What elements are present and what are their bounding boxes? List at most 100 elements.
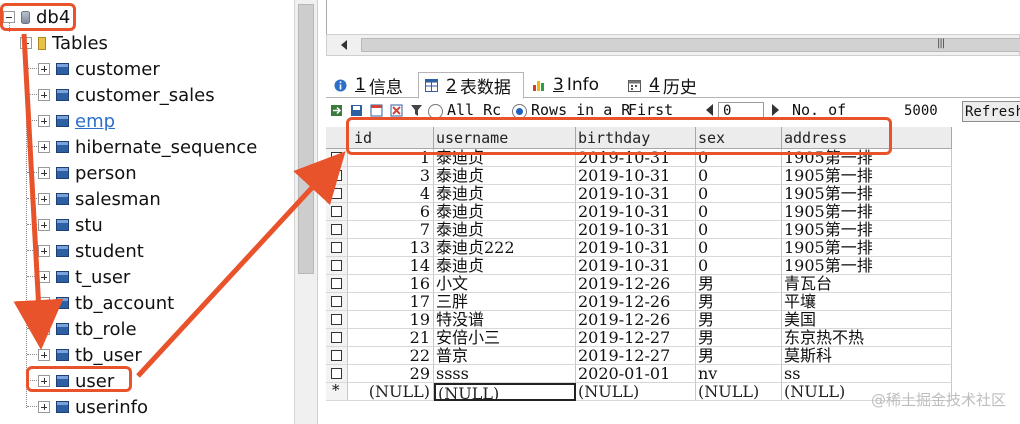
grid-cell-birthday[interactable]: 2019-12-26: [576, 275, 696, 293]
row-select-cell[interactable]: [326, 185, 348, 203]
expand-icon[interactable]: [38, 323, 50, 335]
table-row[interactable]: 21 安倍小三 2019-12-27 男东京热不热: [326, 329, 952, 347]
grid-cell-sex[interactable]: 0: [696, 257, 782, 275]
tree-node-table-user[interactable]: user: [38, 369, 114, 393]
tab-info-chart[interactable]: 3 Info: [526, 72, 616, 98]
table-row[interactable]: 19 特没谱 2019-12-26 男美国: [326, 311, 952, 329]
grid-cell-username[interactable]: 安倍小三: [434, 329, 576, 347]
grid-cell-birthday[interactable]: 2019-10-31: [576, 221, 696, 239]
column-header-sex[interactable]: sex: [696, 127, 782, 149]
row-select-cell[interactable]: [326, 257, 348, 275]
grid-cell-id[interactable]: 29: [348, 365, 434, 383]
rows-count-input[interactable]: 5000: [900, 103, 956, 121]
collapse-icon[interactable]: [20, 37, 32, 49]
table-row[interactable]: 22 普京 2019-12-27 男莫斯科: [326, 347, 952, 365]
insert-row-icon[interactable]: [370, 104, 383, 117]
query-editor[interactable]: [326, 0, 1020, 34]
grid-cell-username[interactable]: 泰迪贞222: [434, 239, 576, 257]
grid-cell-sex[interactable]: 男: [696, 347, 782, 365]
tree-node-table-stu[interactable]: stu: [38, 213, 103, 237]
grid-cell-address[interactable]: 1905第一排: [782, 185, 952, 203]
grid-cell-birthday[interactable]: 2019-10-31: [576, 257, 696, 275]
grid-cell-address[interactable]: 平壤: [782, 293, 952, 311]
expand-icon[interactable]: [38, 167, 50, 179]
row-checkbox[interactable]: [331, 278, 342, 289]
grid-cell-birthday[interactable]: 2020-01-01: [576, 365, 696, 383]
column-header-birthday[interactable]: birthday: [576, 127, 696, 149]
row-select-cell[interactable]: [326, 221, 348, 239]
grid-cell-id[interactable]: 4: [348, 185, 434, 203]
grid-cell-sex[interactable]: 男: [696, 275, 782, 293]
expand-icon[interactable]: [38, 115, 50, 127]
expand-icon[interactable]: [38, 401, 50, 413]
grid-cell-birthday[interactable]: 2019-12-27: [576, 347, 696, 365]
grid-cell-sex[interactable]: 0: [696, 203, 782, 221]
tree-node-table-salesman[interactable]: salesman: [38, 187, 161, 211]
grid-cell-username[interactable]: 泰迪贞: [434, 221, 576, 239]
grid-cell-sex[interactable]: 0: [696, 221, 782, 239]
grid-cell-address[interactable]: 1905第一排: [782, 149, 952, 167]
row-select-cell[interactable]: [326, 347, 348, 365]
row-select-cell[interactable]: [326, 365, 348, 383]
row-select-cell[interactable]: [326, 203, 348, 221]
expand-icon[interactable]: [38, 219, 50, 231]
table-row[interactable]: 1 泰迪贞 2019-10-31 0 1905第一排: [326, 149, 952, 167]
grid-cell-username[interactable]: 泰迪贞: [434, 185, 576, 203]
row-checkbox[interactable]: [331, 368, 342, 379]
expand-icon[interactable]: [38, 297, 50, 309]
grid-cell-sex[interactable]: 男: [696, 293, 782, 311]
row-select-cell[interactable]: [326, 239, 348, 257]
grid-cell-id[interactable]: 21: [348, 329, 434, 347]
grid-cell-sex[interactable]: (NULL): [696, 383, 782, 401]
column-header-id[interactable]: id: [348, 127, 434, 149]
grid-cell-sex[interactable]: 男: [696, 311, 782, 329]
refresh-button[interactable]: Refresh: [962, 101, 1020, 122]
grid-cell-username[interactable]: (NULL): [434, 383, 576, 401]
grid-cell-id[interactable]: 16: [348, 275, 434, 293]
grid-cell-id[interactable]: 19: [348, 311, 434, 329]
column-header-address[interactable]: address: [782, 127, 952, 149]
tree-node-table-tb-account[interactable]: tb_account: [38, 291, 174, 315]
expand-icon[interactable]: [38, 245, 50, 257]
table-row[interactable]: 14 泰迪贞 2019-10-31 0 1905第一排: [326, 257, 952, 275]
table-row[interactable]: 29 ssss 2020-01-01 nv ss: [326, 365, 952, 383]
tree-node-table-t-user[interactable]: t_user: [38, 265, 130, 289]
tree-node-table-customer-sales[interactable]: customer_sales: [38, 83, 215, 107]
grid-cell-id[interactable]: 17: [348, 293, 434, 311]
grid-cell-address[interactable]: 1905第一排: [782, 239, 952, 257]
save-icon[interactable]: [350, 104, 363, 117]
collapse-icon[interactable]: [3, 11, 15, 23]
tree-node-database[interactable]: db4: [3, 5, 70, 29]
row-checkbox[interactable]: [331, 314, 342, 325]
grid-cell-id[interactable]: 6: [348, 203, 434, 221]
table-row[interactable]: 17 三胖 2019-12-26 男平壤: [326, 293, 952, 311]
tree-node-table-emp[interactable]: emp: [38, 109, 115, 133]
grid-cell-sex[interactable]: 0: [696, 239, 782, 257]
row-checkbox[interactable]: [331, 170, 342, 181]
table-row[interactable]: 4 泰迪贞 2019-10-31 0 1905第一排: [326, 185, 952, 203]
grid-cell-birthday[interactable]: (NULL): [576, 383, 696, 401]
expand-icon[interactable]: [38, 63, 50, 75]
expand-icon[interactable]: [38, 271, 50, 283]
first-row-input[interactable]: 0: [718, 102, 764, 120]
row-checkbox[interactable]: [331, 296, 342, 307]
tree-node-table-student[interactable]: student: [38, 239, 144, 263]
row-checkbox[interactable]: [331, 188, 342, 199]
table-row[interactable]: 7 泰迪贞 2019-10-31 0 1905第一排: [326, 221, 952, 239]
tree-node-tables-folder[interactable]: Tables: [20, 31, 108, 55]
grid-cell-sex[interactable]: nv: [696, 365, 782, 383]
tab-history[interactable]: 4 历史: [622, 72, 708, 98]
row-checkbox[interactable]: [331, 350, 342, 361]
row-checkbox[interactable]: [331, 242, 342, 253]
grid-cell-address[interactable]: 1905第一排: [782, 167, 952, 185]
grid-cell-address[interactable]: 东京热不热: [782, 329, 952, 347]
grid-cell-birthday[interactable]: 2019-10-31: [576, 203, 696, 221]
tree-scrollbar-thumb[interactable]: [298, 4, 314, 274]
all-rows-radio[interactable]: [428, 104, 443, 119]
export-icon[interactable]: [330, 104, 343, 117]
row-select-cell[interactable]: [326, 311, 348, 329]
grid-cell-address[interactable]: 莫斯科: [782, 347, 952, 365]
filter-icon[interactable]: [410, 104, 423, 117]
tab-table-data[interactable]: 2 表数据: [418, 72, 524, 99]
row-select-cell[interactable]: [326, 329, 348, 347]
